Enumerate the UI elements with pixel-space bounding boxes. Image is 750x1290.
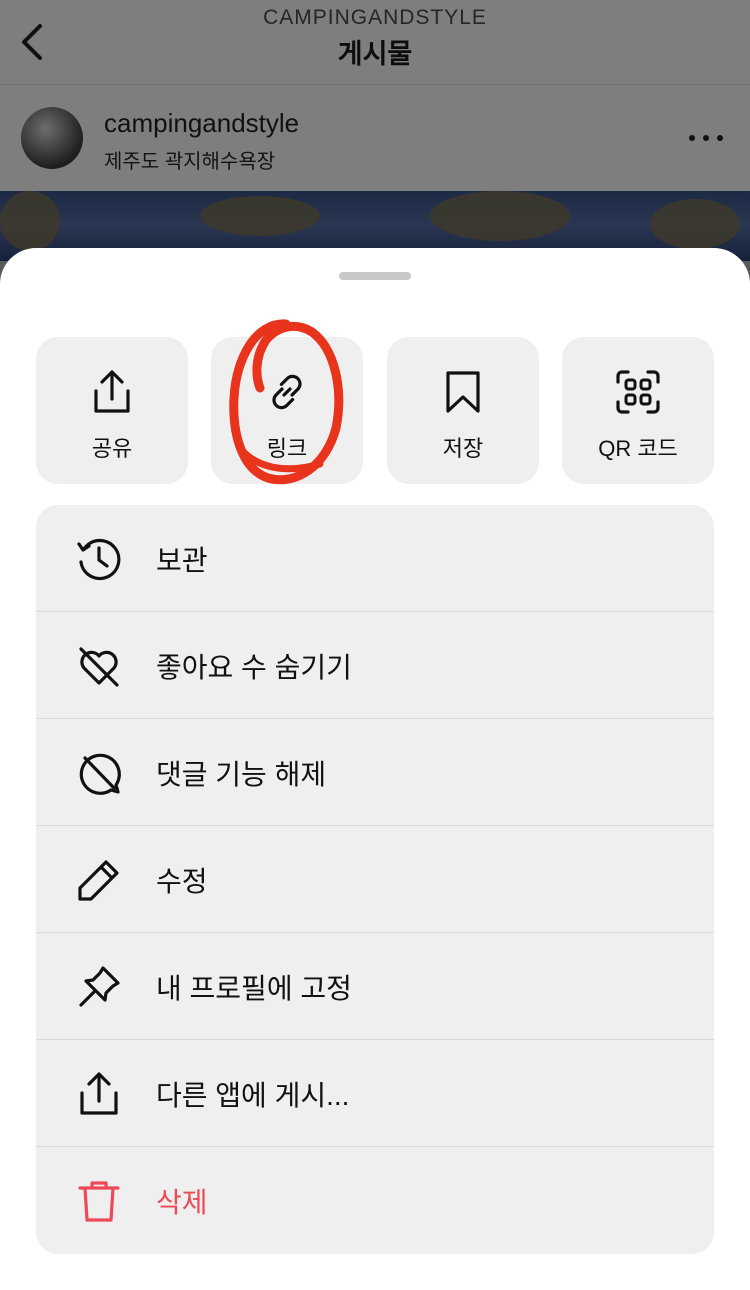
menu-item-label: 다른 앱에 게시... bbox=[156, 1080, 350, 1111]
menu-item-delete[interactable]: 삭제 bbox=[36, 1147, 714, 1254]
account-name: CAMPINGANDSTYLE bbox=[263, 6, 487, 29]
menu-item-label: 좋아요 수 숨기기 bbox=[156, 652, 352, 683]
post-options-sheet: 공유 링크 저장 QR 코드 보관 좋아요 수 숨기기 댓글 기능 해제 수정 … bbox=[0, 248, 750, 1290]
more-options-icon[interactable] bbox=[682, 123, 730, 153]
share-button[interactable]: 공유 bbox=[36, 337, 188, 484]
qr-code-button[interactable]: QR 코드 bbox=[562, 337, 714, 484]
bookmark-icon bbox=[446, 371, 480, 413]
pin-icon bbox=[79, 966, 120, 1007]
menu-item-label: 댓글 기능 해제 bbox=[156, 759, 327, 790]
archive-history-icon bbox=[77, 538, 121, 581]
sheet-grabber[interactable] bbox=[339, 272, 411, 280]
post-username[interactable]: campingandstyle bbox=[104, 108, 299, 139]
menu-item-pin-to-profile[interactable]: 내 프로필에 고정 bbox=[36, 933, 714, 1040]
comment-off-icon bbox=[79, 753, 121, 795]
page-title: 게시물 bbox=[337, 39, 413, 69]
menu-item-post-to-other-apps[interactable]: 다른 앱에 게시... bbox=[36, 1040, 714, 1147]
share-icon bbox=[80, 1072, 118, 1115]
menu-item-hide-like-count[interactable]: 좋아요 수 숨기기 bbox=[36, 612, 714, 719]
heart-off-icon bbox=[79, 647, 119, 687]
menu-item-label: 삭제 bbox=[156, 1187, 208, 1218]
link-icon bbox=[272, 374, 302, 410]
save-button[interactable]: 저장 bbox=[387, 337, 539, 484]
menu-item-label: 수정 bbox=[156, 866, 208, 897]
menu-item-label: 내 프로필에 고정 bbox=[156, 973, 352, 1004]
top-navigation-bar: CAMPINGANDSTYLE 게시물 bbox=[0, 0, 750, 85]
post-header: campingandstyle 제주도 곽지해수욕장 bbox=[0, 85, 750, 191]
share-label: 공유 bbox=[91, 436, 133, 461]
link-label: 링크 bbox=[266, 436, 308, 461]
link-button[interactable]: 링크 bbox=[211, 337, 363, 484]
qr-code-label: QR 코드 bbox=[598, 436, 678, 461]
save-label: 저장 bbox=[442, 436, 484, 461]
share-icon bbox=[94, 370, 130, 413]
menu-item-turn-off-comments[interactable]: 댓글 기능 해제 bbox=[36, 719, 714, 826]
menu-item-edit[interactable]: 수정 bbox=[36, 826, 714, 933]
trash-icon bbox=[78, 1181, 120, 1222]
pencil-icon bbox=[78, 860, 119, 901]
menu-item-label: 보관 bbox=[156, 545, 208, 576]
post-location[interactable]: 제주도 곽지해수욕장 bbox=[104, 145, 275, 174]
menu-item-archive[interactable]: 보관 bbox=[36, 505, 714, 612]
qr-code-icon bbox=[616, 370, 660, 414]
avatar[interactable] bbox=[21, 107, 83, 169]
options-list: 보관 좋아요 수 숨기기 댓글 기능 해제 수정 내 프로필에 고정 다른 앱에… bbox=[36, 505, 714, 1254]
